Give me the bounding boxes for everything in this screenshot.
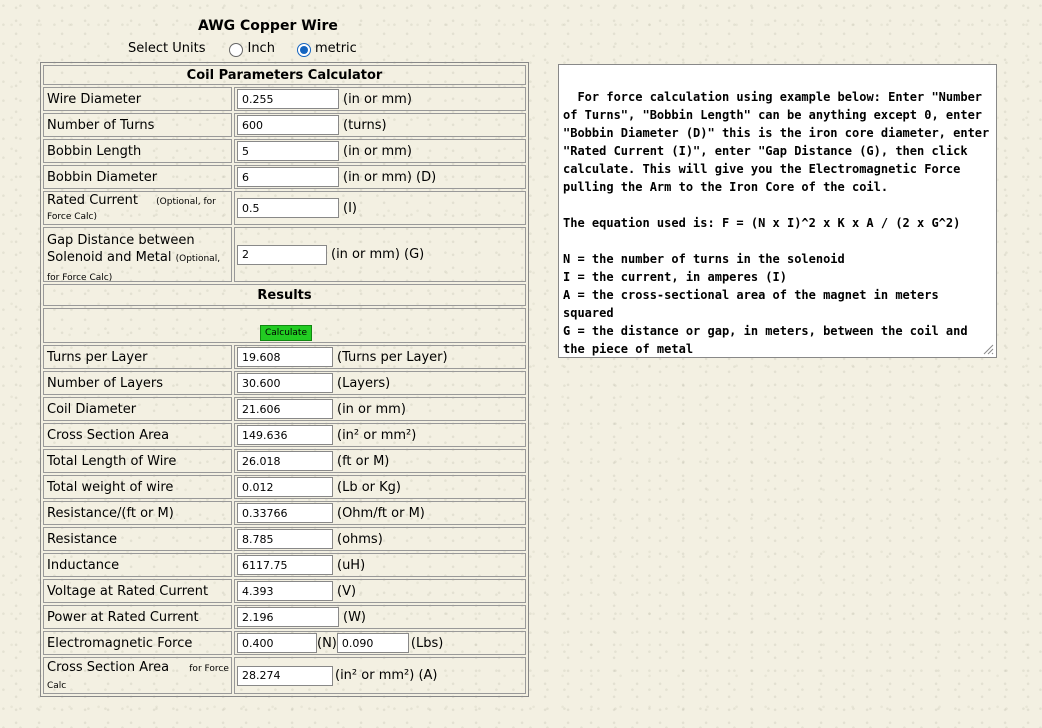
unit-option-inch-label: Inch: [247, 41, 275, 56]
voltage-label: Voltage at Rated Current: [43, 579, 232, 603]
gap-distance-label-cell: Gap Distance between Solenoid and Metal …: [43, 227, 232, 283]
inductance-cell: 6117.75 (uH): [234, 553, 526, 577]
bobbin-diameter-input[interactable]: 6: [237, 167, 339, 187]
resistance-unit: (ohms): [337, 531, 383, 547]
unit-option-metric-label: metric: [314, 41, 357, 56]
gap-distance-input[interactable]: 2: [237, 244, 327, 265]
cross-section-area-output[interactable]: 149.636: [237, 425, 333, 445]
wire-diameter-label: Wire Diameter: [43, 87, 232, 111]
cross-section-area-cell: 149.636 (in² or mm²): [234, 423, 526, 447]
rated-current-label: Rated Current: [47, 193, 139, 208]
total-weight-cell: 0.012 (Lb or Kg): [234, 475, 526, 499]
power-cell: 2.196 (W): [234, 605, 526, 629]
total-weight-output[interactable]: 0.012: [237, 477, 333, 497]
electromagnetic-force-cell: 0.400 (N) 0.090 (Lbs): [234, 631, 526, 655]
wire-diameter-input[interactable]: 0.255: [237, 89, 339, 109]
number-of-turns-input[interactable]: 600: [237, 115, 339, 135]
number-of-layers-cell: 30.600 (Layers): [234, 371, 526, 395]
total-weight-label: Total weight of wire: [43, 475, 232, 499]
coil-diameter-output[interactable]: 21.606: [237, 399, 333, 419]
force-area-unit: (in² or mm²) (A): [335, 668, 438, 683]
resistance-per-length-cell: 0.33766 (Ohm/ft or M): [234, 501, 526, 525]
force-newtons-output[interactable]: 0.400: [237, 633, 317, 653]
voltage-output[interactable]: 4.393: [237, 581, 333, 601]
rated-current-unit: (I): [343, 200, 357, 216]
gap-distance-cell: 2 (in or mm) (G): [234, 227, 526, 282]
coil-diameter-unit: (in or mm): [337, 401, 406, 417]
rated-current-input[interactable]: 0.5: [237, 198, 339, 218]
calculator-title: Coil Parameters Calculator: [43, 65, 526, 85]
number-of-turns-unit: (turns): [343, 117, 387, 133]
force-area-label-cell: Cross Section Area for Force Calc: [43, 657, 232, 694]
bobbin-diameter-unit: (in or mm) (D): [343, 169, 437, 185]
cross-section-area-unit: (in² or mm²): [337, 427, 417, 443]
bobbin-length-cell: 5 (in or mm): [234, 139, 526, 163]
voltage-unit: (V): [337, 583, 357, 599]
total-length-unit: (ft or M): [337, 453, 390, 469]
cross-section-area-label: Cross Section Area: [43, 423, 232, 447]
bobbin-diameter-label: Bobbin Diameter: [43, 165, 232, 189]
turns-per-layer-label: Turns per Layer: [43, 345, 232, 369]
resistance-per-length-unit: (Ohm/ft or M): [337, 505, 425, 521]
unit-option-metric[interactable]: metric: [296, 41, 357, 57]
force-area-cell: 28.274 (in² or mm²) (A): [234, 657, 526, 694]
number-of-layers-output[interactable]: 30.600: [237, 373, 333, 393]
radio-metric[interactable]: [296, 42, 311, 57]
voltage-cell: 4.393 (V): [234, 579, 526, 603]
unit-selector: Select Units Inch metric: [128, 41, 379, 57]
gap-distance-label: Gap Distance between Solenoid and Metal: [47, 233, 195, 265]
rated-current-cell: 0.5 (I): [234, 191, 526, 225]
electromagnetic-force-label: Electromagnetic Force: [43, 631, 232, 655]
force-lbs-output[interactable]: 0.090: [336, 633, 409, 653]
gap-distance-unit: (in or mm) (G): [331, 247, 425, 262]
power-unit: (W): [343, 609, 366, 625]
resistance-cell: 8.785 (ohms): [234, 527, 526, 551]
unit-option-inch[interactable]: Inch: [229, 41, 275, 57]
coil-calculator-table: Coil Parameters Calculator Wire Diameter…: [40, 62, 529, 697]
force-newtons-unit: (N): [317, 635, 337, 651]
number-of-layers-label: Number of Layers: [43, 371, 232, 395]
total-length-cell: 26.018 (ft or M): [234, 449, 526, 473]
force-area-label: Cross Section Area: [47, 660, 170, 675]
wire-diameter-unit: (in or mm): [343, 91, 412, 107]
force-area-output[interactable]: 28.274: [237, 665, 333, 686]
select-units-label: Select Units: [128, 41, 206, 56]
turns-per-layer-unit: (Turns per Layer): [337, 349, 448, 365]
radio-inch[interactable]: [229, 42, 244, 57]
resistance-per-length-output[interactable]: 0.33766: [237, 503, 333, 523]
instructions-text: For force calculation using example belo…: [563, 90, 990, 356]
power-label: Power at Rated Current: [43, 605, 232, 629]
total-length-output[interactable]: 26.018: [237, 451, 333, 471]
power-output[interactable]: 2.196: [237, 607, 339, 627]
force-instructions-textarea[interactable]: For force calculation using example belo…: [558, 64, 997, 358]
resistance-label: Resistance: [43, 527, 232, 551]
number-of-layers-unit: (Layers): [337, 375, 391, 391]
bobbin-diameter-cell: 6 (in or mm) (D): [234, 165, 526, 189]
force-lbs-unit: (Lbs): [410, 635, 444, 651]
wire-diameter-cell: 0.255 (in or mm): [234, 87, 526, 111]
turns-per-layer-cell: 19.608 (Turns per Layer): [234, 345, 526, 369]
rated-current-label-cell: Rated Current (Optional, for Force Calc): [43, 191, 232, 225]
number-of-turns-cell: 600 (turns): [234, 113, 526, 137]
page-title: AWG Copper Wire: [198, 18, 338, 34]
coil-diameter-label: Coil Diameter: [43, 397, 232, 421]
resistance-output[interactable]: 8.785: [237, 529, 333, 549]
inductance-label: Inductance: [43, 553, 232, 577]
bobbin-length-input[interactable]: 5: [237, 141, 339, 161]
resistance-per-length-label: Resistance/(ft or M): [43, 501, 232, 525]
bobbin-length-unit: (in or mm): [343, 143, 412, 159]
total-length-label: Total Length of Wire: [43, 449, 232, 473]
total-weight-unit: (Lb or Kg): [337, 479, 401, 495]
results-title: Results: [43, 284, 526, 306]
bobbin-length-label: Bobbin Length: [43, 139, 232, 163]
resize-grip-icon[interactable]: [982, 343, 994, 355]
coil-diameter-cell: 21.606 (in or mm): [234, 397, 526, 421]
inductance-unit: (uH): [337, 557, 366, 573]
inductance-output[interactable]: 6117.75: [237, 555, 333, 575]
calculate-button[interactable]: Calculate: [260, 325, 312, 341]
number-of-turns-label: Number of Turns: [43, 113, 232, 137]
turns-per-layer-output[interactable]: 19.608: [237, 347, 333, 367]
